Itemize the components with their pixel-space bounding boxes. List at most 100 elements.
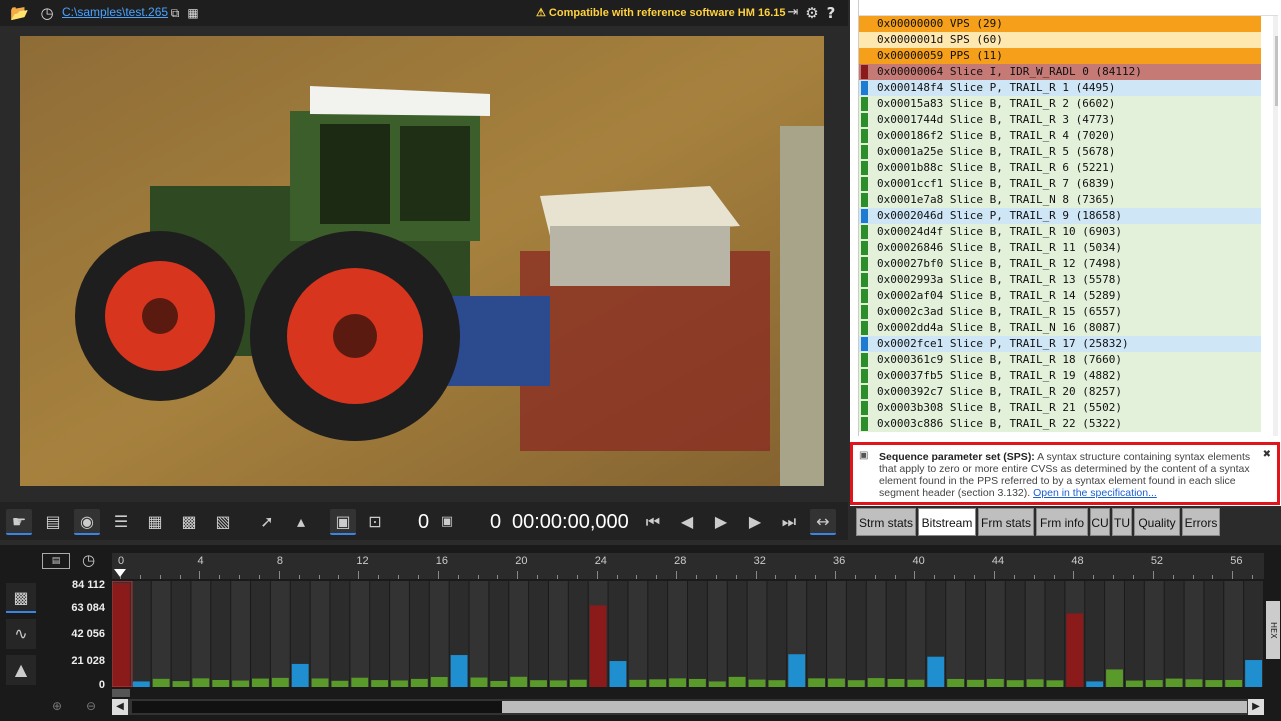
frame-size-bar[interactable] — [371, 680, 389, 687]
step-back-icon[interactable]: ◀ — [674, 509, 700, 535]
nal-unit-row[interactable]: 0x000186f2 Slice B, TRAIL_R 4 (7020) — [859, 128, 1261, 144]
frame-size-bar[interactable] — [1106, 669, 1123, 687]
tab-strm-stats[interactable]: Strm stats — [856, 508, 916, 536]
copy-path-icon[interactable]: ⧉ — [166, 4, 184, 22]
open-spec-link[interactable]: Open in the specification... — [1033, 487, 1157, 499]
nal-unit-row[interactable]: 0x0001e7a8 Slice B, TRAIL_N 8 (7365) — [859, 192, 1261, 208]
zoom-out-icon[interactable]: ⊖ — [86, 699, 96, 713]
frame-size-bar[interactable] — [669, 678, 686, 687]
playhead-marker[interactable] — [114, 569, 126, 577]
tab-frm-stats[interactable]: Frm stats — [978, 508, 1034, 536]
grid-ctb-icon[interactable]: ▦ — [142, 509, 168, 535]
frame-size-bar[interactable] — [271, 677, 289, 687]
frame-size-bar[interactable] — [788, 654, 806, 687]
frame-size-bar[interactable] — [1245, 660, 1262, 687]
frame-size-bar[interactable] — [252, 678, 269, 687]
frame-size-bar[interactable] — [450, 655, 468, 687]
frame-size-bar[interactable] — [728, 676, 746, 687]
frame-size-bar[interactable] — [986, 678, 1004, 687]
zoom-in-icon[interactable]: ⊕ — [52, 699, 62, 713]
last-frame-icon[interactable]: ⏭ — [776, 509, 802, 535]
frame-size-bar[interactable] — [470, 677, 488, 687]
tab-errors[interactable]: Errors — [1182, 508, 1220, 536]
nal-unit-row[interactable]: 0x0000001d SPS (60) — [859, 32, 1261, 48]
nal-unit-row[interactable]: 0x0002993a Slice B, TRAIL_R 13 (5578) — [859, 272, 1261, 288]
frame-size-bar[interactable] — [569, 679, 587, 687]
timeline-axis[interactable]: 0 4 8 12 16 20 24 28 32 36 40 44 48 52 56 — [112, 553, 1264, 579]
tab-cu[interactable]: CU — [1090, 508, 1110, 536]
description-pin-icon[interactable]: ▣ — [859, 450, 868, 462]
nal-unit-row[interactable]: 0x00027bf0 Slice B, TRAIL_R 12 (7498) — [859, 256, 1261, 272]
frame-size-bar[interactable] — [1185, 679, 1203, 687]
frame-size-bar[interactable] — [1006, 680, 1024, 687]
overlay-icon[interactable]: ▴ — [288, 509, 314, 535]
frame-size-bar[interactable] — [510, 676, 528, 687]
nal-unit-row[interactable]: 0x00000000 VPS (29) — [859, 16, 1261, 32]
hscroll-thumb[interactable] — [502, 701, 1247, 713]
nal-unit-row[interactable]: 0x0002046d Slice P, TRAIL_R 9 (18658) — [859, 208, 1261, 224]
tab-bitstream[interactable]: Bitstream — [918, 508, 976, 536]
frame-size-bar[interactable] — [172, 681, 190, 687]
split-view-icon[interactable]: ▤ — [40, 509, 66, 535]
frame-size-bar[interactable] — [708, 681, 726, 687]
frame-size-bar[interactable] — [549, 680, 567, 687]
nal-unit-row[interactable]: 0x0002c3ad Slice B, TRAIL_R 15 (6557) — [859, 304, 1261, 320]
loop-icon[interactable]: ↔ — [810, 509, 836, 535]
nal-unit-list[interactable]: 0x00000000 VPS (29) 0x0000001d SPS (60) 0x… — [858, 0, 1278, 436]
frame-size-bar[interactable] — [1066, 613, 1084, 687]
frame-size-bar[interactable] — [629, 679, 647, 687]
play-icon[interactable]: ▶ — [708, 509, 734, 535]
export-icon[interactable]: ⇥ — [784, 4, 802, 22]
nal-unit-row[interactable]: 0x0003b308 Slice B, TRAIL_R 21 (5502) — [859, 400, 1261, 416]
timeline-frames-icon[interactable]: ▤ — [42, 553, 70, 569]
timeline-time-icon[interactable]: ◷ — [82, 551, 95, 569]
frame-size-bar[interactable] — [1125, 680, 1143, 687]
recent-clock-icon[interactable]: ◷ — [38, 4, 56, 22]
frame-size-bar[interactable] — [1165, 678, 1183, 687]
fit-frame-icon[interactable]: ⊡ — [362, 509, 388, 535]
prediction-icon[interactable]: ▧ — [210, 509, 236, 535]
open-location-icon[interactable]: ▦ — [184, 4, 202, 22]
frame-size-bar[interactable] — [291, 663, 309, 687]
frame-size-bar[interactable] — [331, 680, 349, 687]
frame-size-bar[interactable] — [867, 678, 885, 687]
bar-chart-mode-icon[interactable]: ▩ — [6, 583, 36, 613]
nal-unit-row[interactable]: 0x000361c9 Slice B, TRAIL_R 18 (7660) — [859, 352, 1261, 368]
scroll-left-icon[interactable]: ◀ — [112, 699, 128, 715]
frame-size-bar[interactable] — [1145, 680, 1163, 687]
nal-unit-row[interactable]: 0x00037fb5 Slice B, TRAIL_R 19 (4882) — [859, 368, 1261, 384]
frame-size-bar[interactable] — [808, 678, 826, 687]
frame-size-bar[interactable] — [113, 583, 130, 687]
frame-size-bar[interactable] — [232, 680, 250, 687]
nal-unit-row[interactable]: 0x0001ccf1 Slice B, TRAIL_R 7 (6839) — [859, 176, 1261, 192]
open-folder-icon[interactable]: 📂 — [10, 4, 29, 22]
file-path-link[interactable]: C:\samples\test.265 — [62, 5, 168, 19]
nal-unit-row[interactable]: 0x000148f4 Slice P, TRAIL_R 1 (4495) — [859, 80, 1261, 96]
frame-size-bar[interactable] — [1225, 679, 1243, 687]
frame-size-bar[interactable] — [748, 679, 766, 687]
frame-size-bar[interactable] — [132, 681, 150, 687]
frame-size-bar[interactable] — [768, 680, 786, 687]
frame-size-bar[interactable] — [1086, 681, 1104, 687]
frame-size-bar[interactable] — [311, 678, 329, 687]
frame-size-bar[interactable] — [391, 680, 408, 687]
frame-size-bar[interactable] — [927, 656, 945, 687]
color-mode-icon[interactable]: ◉ — [74, 509, 100, 535]
frame-size-bar[interactable] — [828, 678, 845, 687]
motion-view-icon[interactable]: ☛ — [6, 509, 32, 535]
frame-size-bar[interactable] — [1046, 680, 1064, 687]
timeline-position-marker[interactable] — [112, 689, 130, 697]
tab-quality[interactable]: Quality — [1134, 508, 1180, 536]
frame-mode-icon[interactable]: ▣ — [330, 509, 356, 535]
nal-list-scrollbar[interactable] — [1273, 16, 1278, 436]
frame-size-bar[interactable] — [1205, 680, 1223, 687]
scroll-right-icon[interactable]: ▶ — [1248, 699, 1264, 715]
frame-size-bar[interactable] — [530, 680, 547, 687]
area-chart-mode-icon[interactable]: ▲ — [6, 655, 36, 685]
step-forward-icon[interactable]: ▶ — [742, 509, 768, 535]
frame-size-bar[interactable] — [430, 677, 448, 687]
frame-size-bar[interactable] — [212, 679, 230, 687]
frame-size-bar[interactable] — [847, 680, 865, 687]
video-frame[interactable] — [20, 36, 824, 486]
nal-unit-row[interactable]: 0x00000059 PPS (11) — [859, 48, 1261, 64]
